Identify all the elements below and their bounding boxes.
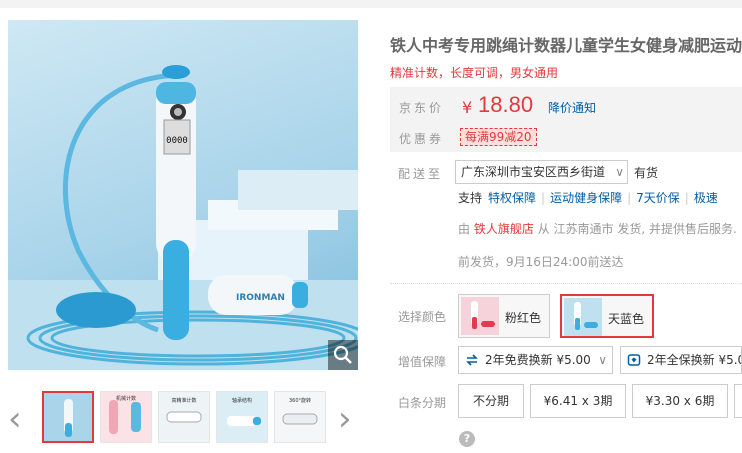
ship-from-prefix: 由 (458, 222, 471, 236)
product-photo: 0000 IRONMAN (8, 65, 358, 370)
divider (390, 283, 742, 284)
address-text: 广东深圳市宝安区西乡街道 (461, 165, 606, 179)
color-option-blue[interactable]: 天蓝色 (560, 294, 654, 338)
color-option-pink-label: 粉红色 (505, 311, 542, 325)
product-subtitle: 精准计数，长度可调，男女通用 (390, 66, 559, 80)
thumbnail-strip: ‹ 机械计数 高精准计数 轴承结构 360°旋转 › (8, 388, 358, 448)
thumbnail-5[interactable]: 360°旋转 (274, 391, 326, 443)
exchange-icon (466, 354, 478, 366)
prev-arrow-icon[interactable]: ‹ (8, 402, 22, 436)
thumbnail-4[interactable]: 轴承结构 (216, 391, 268, 443)
main-product-image[interactable]: 0000 IRONMAN (8, 20, 358, 370)
color-option-pink[interactable]: 粉红色 (458, 294, 550, 338)
thumbnail-3-caption: 高精准计数 (171, 397, 196, 404)
thumbnail-4-caption: 轴承结构 (232, 397, 252, 404)
support-label: 支持 (458, 191, 483, 205)
delivery-estimate: 前发货，9月16日24:00前送达 (458, 255, 624, 269)
price-notify-link[interactable]: 降价通知 (548, 99, 596, 116)
chevron-down-icon: ∨ (615, 165, 624, 179)
stock-status: 有货 (634, 166, 659, 180)
installment-label: 白条分期 (398, 396, 447, 410)
warranty-option-replace-label: 2年免费换新 ¥5.00 (485, 353, 591, 367)
top-bar (0, 0, 742, 8)
price-value: 18.80 (478, 92, 534, 117)
promo-label: 优惠券 (399, 132, 445, 146)
price-label: 京东价 (399, 101, 445, 115)
shipping-label: 配送至 (398, 167, 444, 181)
service-link-1[interactable]: 特权保障 (488, 191, 536, 205)
shop-link[interactable]: 铁人旗舰店 (474, 222, 534, 236)
product-title: 铁人中考专用跳绳计数器儿童学生女健身减肥运动成人 (390, 36, 742, 55)
brand-text: IRONMAN (236, 293, 285, 303)
warranty-option-full[interactable]: 2年全保换新 ¥5.00 (620, 346, 742, 374)
thumbnail-5-caption: 360°旋转 (289, 397, 311, 404)
ship-from-suffix: 从 江苏南通市 发货, 并提供售后服务. (537, 222, 737, 236)
warranty-label: 增值保障 (398, 355, 447, 369)
warranty-option-full-label: 2年全保换新 ¥5.00 (647, 353, 741, 367)
service-link-3[interactable]: 7天价保 (636, 191, 680, 205)
thumbnail-1[interactable] (42, 391, 94, 443)
magnifier-icon (333, 345, 352, 364)
ship-from: 由 铁人旗舰店 从 江苏南通市 发货, 并提供售后服务. (458, 220, 737, 237)
price-box: 京东价 ¥ 18.80 降价通知 优惠券 每满99减20 (390, 87, 742, 152)
installment-option-6[interactable]: ¥3.30 x 6期 (632, 384, 728, 418)
service-link-4[interactable]: 极速 (694, 191, 718, 205)
service-list: 支持 特权保障 | 运动健身保障 | 7天价保 | 极速 (458, 191, 718, 205)
price-currency: ¥ (462, 98, 473, 117)
installment-option-none[interactable]: 不分期 (458, 384, 524, 418)
zoom-button[interactable] (328, 340, 358, 370)
thumbnail-2[interactable]: 机械计数 (100, 391, 152, 443)
shield-icon (627, 354, 641, 366)
next-arrow-icon[interactable]: › (338, 402, 352, 436)
counter-digits: 0000 (166, 136, 188, 146)
warranty-option-replace[interactable]: 2年免费换新 ¥5.00 ∨ (458, 346, 613, 374)
service-link-2[interactable]: 运动健身保障 (550, 191, 622, 205)
installment-option-3[interactable]: ¥6.41 x 3期 (530, 384, 626, 418)
thumbnail-2-caption: 机械计数 (116, 395, 136, 402)
thumbnail-3[interactable]: 高精准计数 (158, 391, 210, 443)
coupon-badge[interactable]: 每满99减20 (460, 128, 537, 146)
color-label: 选择颜色 (398, 310, 447, 324)
pink-swatch-image (461, 297, 499, 335)
address-select[interactable]: 广东深圳市宝安区西乡街道 ∨ (455, 160, 628, 184)
help-icon[interactable]: ? (459, 431, 475, 447)
chevron-down-icon: ∨ (598, 353, 607, 367)
color-option-blue-label: 天蓝色 (608, 312, 645, 326)
installment-option-more[interactable] (734, 384, 742, 418)
blue-swatch-image (564, 298, 602, 336)
